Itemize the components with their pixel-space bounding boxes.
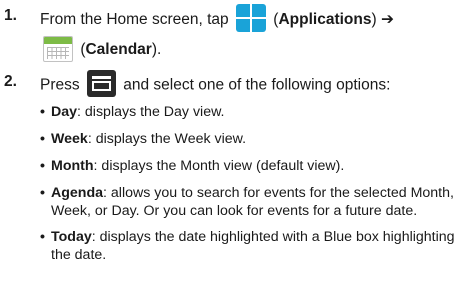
- arrow-text: ) ➔: [371, 11, 394, 29]
- option-term: Agenda: [51, 185, 104, 201]
- step-number: 1.: [4, 7, 17, 24]
- applications-icon: [235, 4, 266, 32]
- option-term: Day: [51, 104, 78, 120]
- option-term: Today: [51, 229, 92, 245]
- step-1-text: From the Home screen, tap: [40, 11, 229, 29]
- bullet: •: [40, 185, 45, 201]
- step-number: 2.: [4, 73, 17, 90]
- bullet: •: [40, 131, 45, 147]
- step-2-text: Press and select one of the following op…: [40, 70, 391, 99]
- option-description: : displays the Week view.: [87, 131, 247, 147]
- option-description: : displays the Day view.: [77, 104, 225, 120]
- menu-icon: [86, 70, 116, 97]
- bullet: •: [40, 158, 45, 174]
- calendar-icon-grid: [47, 47, 69, 59]
- option-description: : displays the Month view (default view)…: [93, 158, 345, 174]
- calendar-label: Calendar: [85, 41, 152, 59]
- bullet: •: [40, 104, 45, 120]
- step-2-select-text: and select one of the following options:: [123, 76, 391, 94]
- step-2-press-text: Press: [40, 76, 80, 94]
- option-description: : displays the date highlighted with a B…: [51, 229, 455, 263]
- option-description: : allows you to search for events for th…: [51, 185, 454, 219]
- bullet: •: [40, 229, 45, 245]
- step-1-line-1: From the Home screen, tap (Applications)…: [40, 4, 394, 34]
- instruction-document: 1. From the Home screen, tap (Applicatio…: [0, 0, 458, 290]
- applications-label: Applications: [278, 11, 372, 29]
- option-term: Month: [51, 158, 94, 174]
- option-term: Week: [51, 131, 88, 147]
- paren-close: ).: [151, 41, 162, 59]
- calendar-icon: [43, 36, 73, 62]
- calendar-icon-header: [44, 37, 72, 44]
